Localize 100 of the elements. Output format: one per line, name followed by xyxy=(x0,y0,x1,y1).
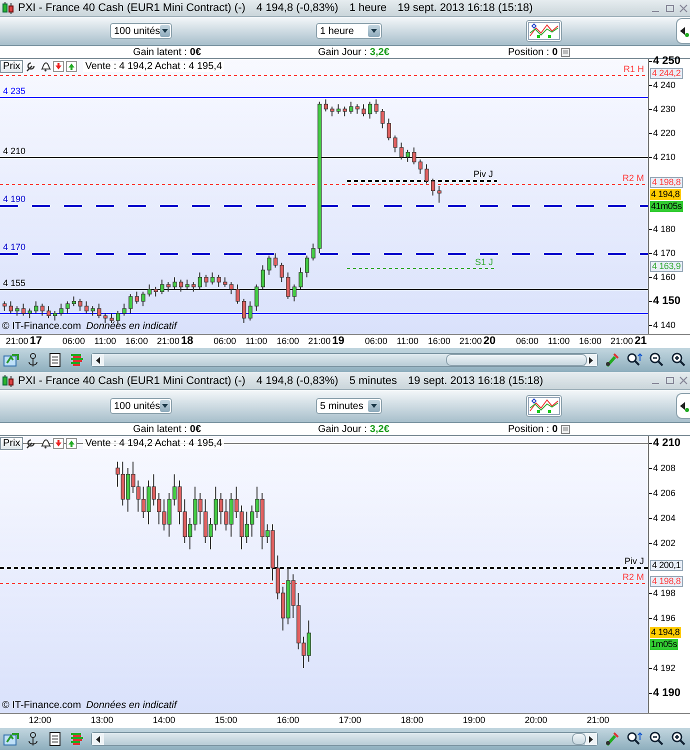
candle xyxy=(355,104,360,114)
level-label: 4 155 xyxy=(3,278,26,288)
candle xyxy=(248,300,252,322)
time-tick: 11:00 xyxy=(94,336,116,346)
scrollbar[interactable] xyxy=(91,353,598,367)
period-dropdown[interactable]: 1 heure xyxy=(316,23,382,39)
chart-export-icon[interactable] xyxy=(3,731,19,747)
time-tick: 13:00 xyxy=(90,715,114,725)
caret-icon xyxy=(370,403,378,409)
scroll-thumb[interactable] xyxy=(446,354,587,366)
zoom-fit-icon[interactable] xyxy=(626,731,643,747)
time-tick: 06:00 xyxy=(214,336,236,346)
bell-icon[interactable] xyxy=(39,60,52,72)
zoom-in-icon[interactable] xyxy=(671,352,687,368)
close-icon[interactable] xyxy=(679,376,688,385)
candle xyxy=(380,108,385,129)
close-icon[interactable] xyxy=(679,4,688,12)
candle xyxy=(223,276,228,288)
candle xyxy=(8,300,13,314)
zoom-in-icon[interactable] xyxy=(671,731,687,747)
time-tick: 20:00 xyxy=(524,715,548,725)
time-tick: 15:00 xyxy=(214,715,238,725)
time-tick: 16:00 xyxy=(276,336,300,346)
candle xyxy=(311,243,316,261)
drawing-tool-icon[interactable] xyxy=(604,731,620,747)
candlestick-icon xyxy=(2,374,14,388)
countdown-tag: 41m05s xyxy=(650,201,683,212)
side-panel-button[interactable] xyxy=(676,393,690,419)
candle xyxy=(362,104,366,117)
maximize-icon[interactable] xyxy=(665,376,674,385)
wrench-icon[interactable] xyxy=(25,437,38,449)
document-icon[interactable] xyxy=(47,352,63,368)
candle xyxy=(386,118,391,141)
candle xyxy=(267,255,272,276)
price-tag: 4 244,2 xyxy=(650,68,683,79)
time-tick: 17 xyxy=(30,335,42,347)
drawing-tool-icon[interactable] xyxy=(604,352,620,368)
bars-icon[interactable] xyxy=(69,731,85,747)
arrow-left-icon xyxy=(94,734,102,744)
scroll-right-button[interactable] xyxy=(585,733,597,745)
stat-value: 3,2€ xyxy=(370,46,390,58)
price-tick: 4 204 xyxy=(653,513,676,523)
candle xyxy=(90,306,95,316)
level-label: 4 170 xyxy=(3,242,26,252)
candle xyxy=(185,279,190,290)
indicators-button[interactable] xyxy=(526,20,562,42)
quantity-dropdown[interactable]: 100 unités xyxy=(110,23,172,39)
period-dropdown[interactable]: 5 minutes xyxy=(316,398,382,414)
candle xyxy=(424,164,429,184)
scrollbar[interactable] xyxy=(91,732,598,746)
scroll-thumb[interactable] xyxy=(572,733,586,745)
scroll-right-button[interactable] xyxy=(585,354,597,366)
time-tick: 14:00 xyxy=(152,715,176,725)
stat-label: Position : xyxy=(508,46,550,58)
time-tick: 16:00 xyxy=(579,336,602,346)
price-tick: 4 250 xyxy=(653,56,681,66)
level-label: 4 210 xyxy=(3,146,26,156)
last-price-tag: 4 194,8 xyxy=(650,627,681,638)
arrow-left-icon xyxy=(678,400,690,412)
bars-icon[interactable] xyxy=(69,352,85,368)
candle xyxy=(400,142,404,160)
price-tab[interactable]: Prix xyxy=(0,436,24,450)
time-tick: 12:00 xyxy=(28,715,52,725)
time-tick: 21:00 xyxy=(156,336,180,346)
price-tab[interactable]: Prix xyxy=(0,60,24,72)
candle xyxy=(349,101,354,114)
candlestick-icon xyxy=(2,1,14,15)
candle xyxy=(148,284,152,297)
candle xyxy=(122,303,126,316)
stat-value: 3,2€ xyxy=(370,424,390,434)
scroll-left-button[interactable] xyxy=(92,354,104,366)
candle xyxy=(418,158,422,174)
candle xyxy=(141,291,146,307)
instrument-name: PXI - France 40 Cash (EUR1 Mini Contract) (-) xyxy=(18,2,246,14)
candle xyxy=(66,300,70,314)
scroll-left-button[interactable] xyxy=(92,733,104,745)
copyright-text: © IT-Finance.com xyxy=(2,321,82,332)
candle xyxy=(336,104,341,114)
price-tick: 4 202 xyxy=(653,538,676,548)
time-tick: 21:00 xyxy=(308,336,331,346)
wrench-icon[interactable] xyxy=(25,60,38,72)
zoom-out-icon[interactable] xyxy=(649,731,665,747)
bid-ask-text: Vente : 4 194,2 Achat : 4 195,4 xyxy=(83,60,224,72)
side-panel-button[interactable] xyxy=(676,18,690,44)
document-icon[interactable] xyxy=(47,731,63,747)
chart-export-icon[interactable] xyxy=(3,352,19,368)
candle xyxy=(374,98,378,114)
zoom-out-icon[interactable] xyxy=(649,352,665,368)
level-label: R1 H xyxy=(623,64,644,74)
candle xyxy=(34,300,38,314)
time-tick: 20 xyxy=(483,335,496,347)
time-tick: 21:00 xyxy=(459,336,482,346)
indicators-button[interactable] xyxy=(526,395,562,417)
candle xyxy=(15,306,20,316)
maximize-icon[interactable] xyxy=(665,4,674,12)
zoom-fit-icon[interactable] xyxy=(626,352,643,368)
candle xyxy=(292,284,296,302)
level-label: Piv J xyxy=(624,556,644,566)
bell-icon[interactable] xyxy=(39,437,52,449)
quantity-dropdown[interactable]: 100 unités xyxy=(110,398,172,414)
